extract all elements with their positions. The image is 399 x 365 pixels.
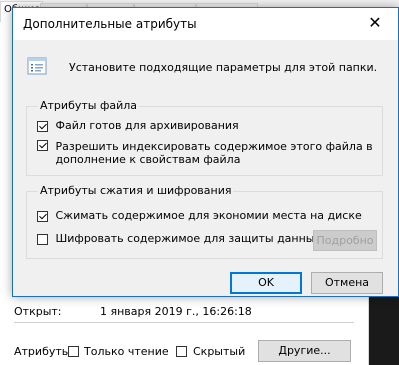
details-button[interactable]: Подробно <box>313 230 377 251</box>
encrypt-option[interactable]: Шифровать содержимое для защиты данных <box>37 232 321 245</box>
index-checkbox[interactable] <box>37 140 48 151</box>
readonly-label: Только чтение <box>84 345 169 358</box>
compress-option[interactable]: Сжимать содержимое для экономии места на… <box>37 209 362 222</box>
ok-button[interactable]: OK <box>230 272 302 294</box>
hidden-checkbox-box[interactable] <box>176 345 187 357</box>
opened-value: 1 января 2019 г., 16:26:18 <box>100 305 252 318</box>
close-icon[interactable]: ✕ <box>352 8 398 40</box>
archive-label: Файл готов для архивирования <box>55 119 239 132</box>
compression-encryption-group: Атрибуты сжатия и шифрования Сжимать сод… <box>26 184 383 259</box>
info-text: Установите подходящие параметры для этой… <box>69 61 378 74</box>
archive-checkbox[interactable] <box>37 120 48 132</box>
compress-label: Сжимать содержимое для экономии места на… <box>55 209 362 222</box>
index-label-line2: дополнение к свойствам файла <box>55 153 241 166</box>
index-label-line1: Разрешить индексировать содержимое этого… <box>55 140 373 153</box>
hidden-label: Скрытый <box>193 345 246 358</box>
file-attributes-group: Атрибуты файла Файл готов для архивирова… <box>26 99 383 176</box>
archive-option[interactable]: Файл готов для архивирования <box>37 119 239 132</box>
index-option[interactable]: Разрешить индексировать содержимое этого… <box>37 140 373 166</box>
readonly-checkbox-box[interactable] <box>68 345 79 357</box>
readonly-checkbox[interactable] <box>68 344 79 357</box>
properties-list-icon <box>27 57 47 75</box>
hidden-checkbox[interactable] <box>176 344 187 357</box>
encrypt-label: Шифровать содержимое для защиты данных <box>55 232 322 245</box>
file-attributes-title: Атрибуты файла <box>38 99 140 112</box>
attributes-label: Атрибуты: <box>14 345 75 358</box>
opened-label: Открыт: <box>14 305 62 318</box>
advanced-attributes-dialog: Дополнительные атрибуты ✕ Установите под… <box>12 7 399 297</box>
encrypt-checkbox[interactable] <box>37 233 48 245</box>
compression-encryption-title: Атрибуты сжатия и шифрования <box>38 184 234 197</box>
dialog-titlebar[interactable]: Дополнительные атрибуты ✕ <box>13 8 398 40</box>
other-attributes-button[interactable]: Другие... <box>258 340 351 362</box>
cancel-button[interactable]: Отмена <box>311 272 383 294</box>
compress-checkbox[interactable] <box>37 210 48 222</box>
separator <box>14 322 354 323</box>
dialog-title: Дополнительные атрибуты <box>23 17 197 31</box>
